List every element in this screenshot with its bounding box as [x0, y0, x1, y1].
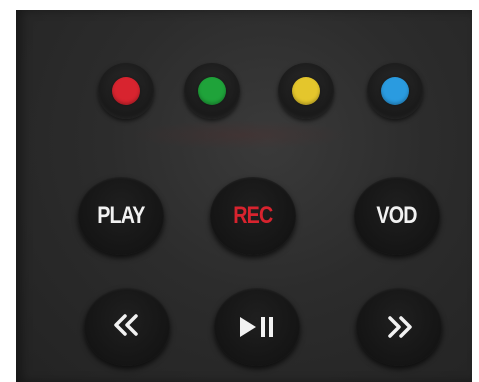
play-pause-button[interactable] [214, 288, 300, 366]
surface-reflection [130, 120, 350, 150]
play-button[interactable]: PLAY [78, 177, 164, 255]
rec-label: REC [233, 202, 273, 229]
blue-dot [381, 77, 409, 105]
red-dot [112, 77, 140, 105]
yellow-dot [292, 77, 320, 105]
yellow-button[interactable] [278, 63, 334, 119]
rec-button[interactable]: REC [210, 177, 296, 255]
remote-control-photo: PLAY REC VOD [0, 0, 479, 382]
play-label: PLAY [97, 202, 145, 229]
play-pause-icon [237, 314, 277, 340]
vod-label: VOD [376, 202, 418, 229]
red-button[interactable] [98, 63, 154, 119]
green-dot [198, 77, 226, 105]
fast-forward-icon [383, 315, 415, 339]
rewind-button[interactable] [84, 288, 170, 366]
rewind-icon [111, 313, 143, 337]
vod-button[interactable]: VOD [354, 177, 440, 255]
green-button[interactable] [184, 63, 240, 119]
fast-forward-button[interactable] [356, 288, 442, 366]
blue-button[interactable] [367, 63, 423, 119]
